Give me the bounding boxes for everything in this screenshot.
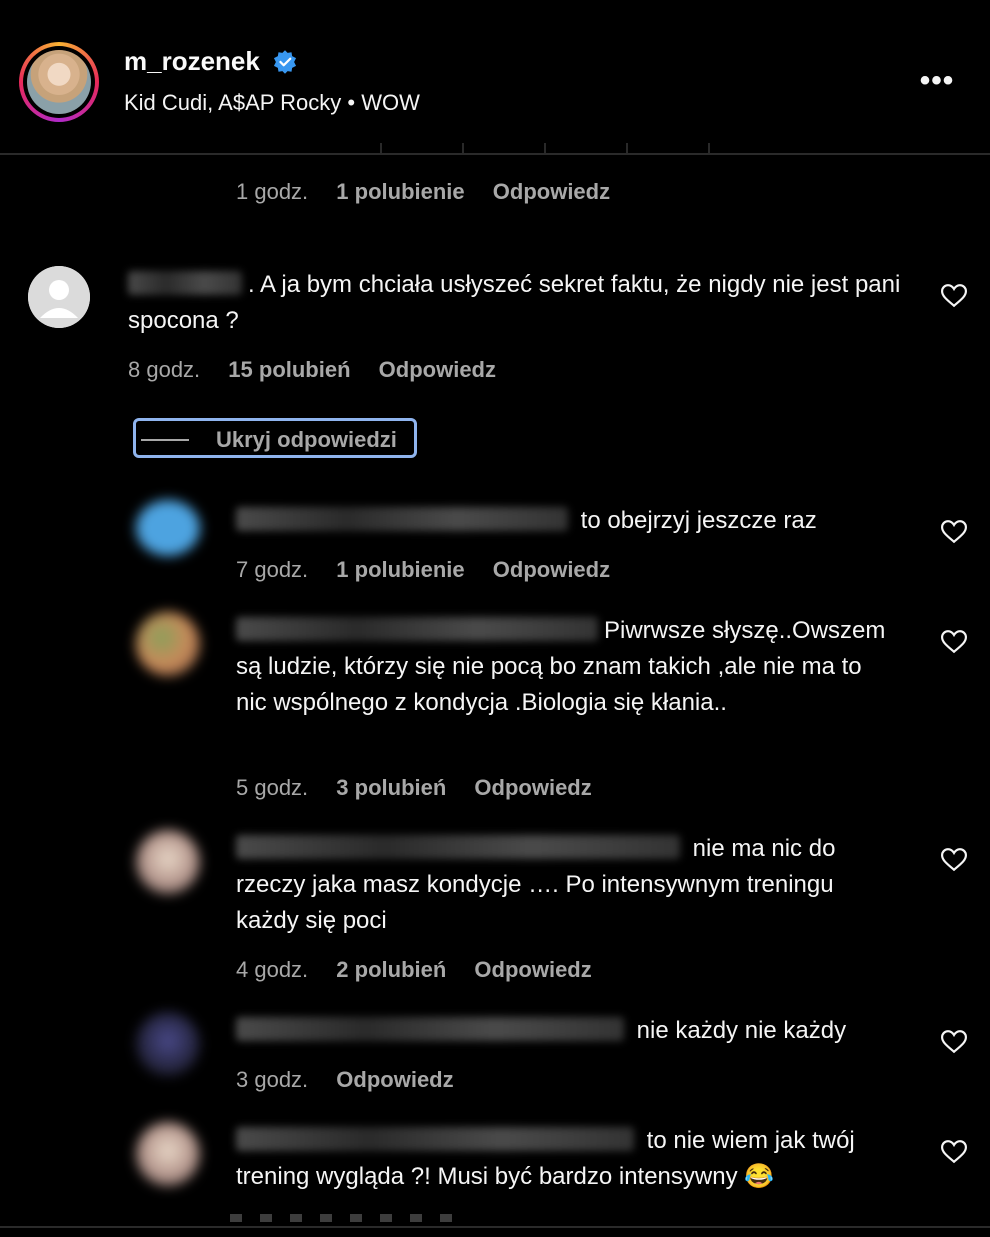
divider-line <box>141 439 189 441</box>
reply-button[interactable]: Odpowiedz <box>379 357 496 382</box>
comment-meta: 3 godz. Odpowiedz <box>236 1067 476 1093</box>
comment-likes[interactable]: 15 polubień <box>228 357 350 382</box>
comment-meta: 1 godz. 1 polubienie Odpowiedz <box>236 179 632 205</box>
comment-body: nie ma nic do rzeczy jaka masz kondycje … <box>236 831 896 939</box>
comment-meta: 4 godz. 2 polubień Odpowiedz <box>236 957 614 983</box>
blurred-username[interactable] <box>236 835 680 859</box>
heart-outline-icon[interactable] <box>941 848 967 872</box>
heart-outline-icon[interactable] <box>941 630 967 654</box>
reply-button[interactable]: Odpowiedz <box>336 1067 453 1092</box>
comment-likes[interactable]: 3 polubień <box>336 775 446 800</box>
reply-button[interactable]: Odpowiedz <box>474 775 591 800</box>
comment-body: nie każdy nie każdy <box>236 1013 896 1049</box>
heart-outline-icon[interactable] <box>941 284 967 308</box>
comment-body: Piwrwsze słyszę..Owszem są ludzie, którz… <box>236 613 896 721</box>
avatar[interactable] <box>136 1012 200 1076</box>
post-header: m_rozenek Kid Cudi, A$AP Rocky • WOW ••• <box>0 0 990 155</box>
hide-replies-label: Ukryj odpowiedzi <box>216 427 397 452</box>
comment-meta: 8 godz. 15 polubień Odpowiedz <box>128 357 518 383</box>
reply-button[interactable]: Odpowiedz <box>493 557 610 582</box>
more-options-icon[interactable]: ••• <box>915 66 959 96</box>
clipped-comment-meta <box>230 1214 470 1222</box>
comment-text: . A ja bym chciała usłyszeć sekret faktu… <box>128 271 901 334</box>
blurred-username[interactable] <box>236 1017 624 1041</box>
comment-likes[interactable]: 1 polubienie <box>336 179 464 204</box>
avatar[interactable] <box>136 830 200 894</box>
comment-meta: 5 godz. 3 polubień Odpowiedz <box>236 775 614 801</box>
reply-button[interactable]: Odpowiedz <box>493 179 610 204</box>
comment-time: 1 godz. <box>236 179 309 204</box>
comment-time: 8 godz. <box>128 357 201 382</box>
reply-button[interactable]: Odpowiedz <box>474 957 591 982</box>
avatar[interactable] <box>136 612 200 676</box>
comment-text: to obejrzyj jeszcze raz <box>574 507 817 534</box>
default-avatar-icon[interactable] <box>28 266 90 328</box>
heart-outline-icon[interactable] <box>941 1140 967 1164</box>
avatar <box>27 50 91 114</box>
comment-body: . A ja bym chciała usłyszeć sekret faktu… <box>128 267 908 339</box>
comment-time: 3 godz. <box>236 1067 309 1092</box>
bottom-divider <box>0 1226 990 1237</box>
blurred-username[interactable] <box>128 271 242 295</box>
avatar[interactable] <box>136 1122 200 1186</box>
comment-time: 4 godz. <box>236 957 309 982</box>
comment-time: 5 godz. <box>236 775 309 800</box>
blurred-username[interactable] <box>236 1127 634 1151</box>
username[interactable]: m_rozenek <box>124 46 260 77</box>
story-ring-avatar[interactable] <box>19 42 99 122</box>
comment-text: nie każdy nie każdy <box>630 1017 847 1044</box>
comment-body: to obejrzyj jeszcze raz <box>236 503 896 539</box>
clipped-comment-text <box>300 143 720 153</box>
comment-likes[interactable]: 1 polubienie <box>336 557 464 582</box>
hide-replies-button[interactable]: Ukryj odpowiedzi <box>133 418 417 458</box>
blurred-username[interactable] <box>236 617 598 641</box>
comment-body: to nie wiem jak twój trening wygląda ?! … <box>236 1123 896 1195</box>
avatar[interactable] <box>136 500 200 556</box>
blurred-username[interactable] <box>236 507 568 531</box>
comment-time: 7 godz. <box>236 557 309 582</box>
comment-likes[interactable]: 2 polubień <box>336 957 446 982</box>
comment-meta: 7 godz. 1 polubienie Odpowiedz <box>236 557 632 583</box>
heart-outline-icon[interactable] <box>941 520 967 544</box>
verified-badge-icon <box>273 50 297 74</box>
heart-outline-icon[interactable] <box>941 1030 967 1054</box>
audio-track-label[interactable]: Kid Cudi, A$AP Rocky • WOW <box>124 90 420 116</box>
